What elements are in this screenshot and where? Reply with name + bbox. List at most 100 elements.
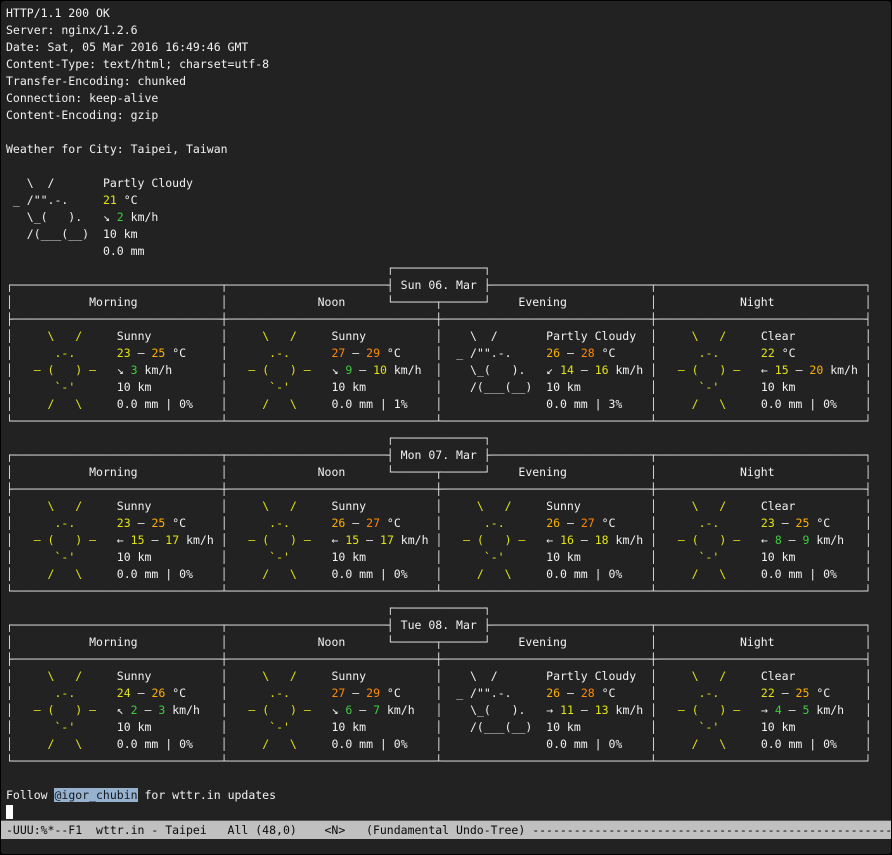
text-segment: – bbox=[345, 516, 366, 530]
forecast-table-line: │ ― ( ) ― ← 15 – 17 km/h │ ― ( ) ― ← 15 … bbox=[6, 532, 891, 549]
text-segment: │ bbox=[221, 380, 228, 394]
text-segment bbox=[193, 397, 221, 411]
text-segment: │ bbox=[221, 329, 228, 343]
text-segment: 27 bbox=[366, 516, 380, 530]
text-segment: │ bbox=[221, 363, 228, 377]
text-segment: 27 bbox=[332, 686, 346, 700]
text-segment: Sunny bbox=[331, 499, 366, 513]
text-segment: │ bbox=[865, 635, 872, 649]
text-segment: 0.0 mm bbox=[103, 244, 145, 258]
text-segment: km/h bbox=[387, 363, 422, 377]
forecast-table-line: │ / \ 0.0 mm | 0% │ / \ 0.0 mm | 0% │ / … bbox=[6, 566, 891, 583]
text-segment: 10 km bbox=[117, 380, 152, 394]
text-segment: 27 bbox=[581, 516, 595, 530]
twitter-handle-link[interactable]: @igor_chubin bbox=[54, 788, 137, 802]
text-segment: │ bbox=[221, 737, 228, 751]
text-segment: °C bbox=[117, 193, 138, 207]
text-segment: °C bbox=[380, 516, 401, 530]
text-segment: │ bbox=[6, 380, 13, 394]
text-segment: │ bbox=[865, 686, 872, 700]
text-segment bbox=[408, 397, 436, 411]
text-segment: 0.0 mm | 0% bbox=[331, 567, 407, 581]
forecast-table-line: ├──────────────────────────────┼────────… bbox=[6, 651, 891, 668]
text-segment: Clear bbox=[761, 669, 796, 683]
forecast-table-line: ┌─────────────┐ bbox=[6, 430, 891, 447]
text-segment: │ bbox=[221, 703, 228, 717]
modeline-text: -UUU:%*--F1 wttr.in - Taipei All (48,0) … bbox=[6, 823, 891, 837]
text-segment bbox=[795, 669, 864, 683]
text-segment: – bbox=[775, 686, 796, 700]
text-segment: – bbox=[782, 703, 803, 717]
text-segment: 0.0 mm | 1% bbox=[331, 397, 407, 411]
text-segment: / \ bbox=[13, 567, 117, 581]
text-segment: ← bbox=[117, 533, 131, 547]
text-segment: 26 bbox=[332, 516, 346, 530]
text-segment bbox=[636, 329, 650, 343]
text-segment: └──────────────────────────────┴────────… bbox=[6, 414, 871, 428]
text-segment bbox=[622, 737, 650, 751]
text-segment bbox=[214, 533, 221, 547]
text-segment: 15 bbox=[345, 533, 359, 547]
text-segment: ┌─────────────┐ bbox=[387, 261, 491, 275]
text-segment: .-. bbox=[657, 686, 761, 700]
text-segment: .-. bbox=[657, 346, 761, 360]
text-segment: Night bbox=[657, 465, 865, 479]
text-segment: 10 km bbox=[117, 550, 152, 564]
text-segment: Morning bbox=[13, 635, 221, 649]
text-segment: \ / bbox=[13, 669, 117, 683]
text-segment: │ bbox=[221, 397, 228, 411]
text-segment: │ bbox=[865, 465, 872, 479]
text-segment: – bbox=[345, 346, 366, 360]
text-segment: – bbox=[789, 363, 810, 377]
text-segment: ← bbox=[546, 533, 560, 547]
forecast-table-line: └──────────────────────────────┴────────… bbox=[6, 413, 891, 430]
text-segment: ↘ bbox=[117, 363, 131, 377]
text-segment: 0.0 mm | 3% bbox=[546, 397, 622, 411]
http-header-line: Content-Type: text/html; charset=utf-8 bbox=[6, 56, 891, 73]
text-segment: Date: Sat, 05 Mar 2016 16:49:46 GMT bbox=[6, 40, 248, 54]
text-segment: │ bbox=[6, 703, 13, 717]
text-segment: .-. bbox=[228, 516, 332, 530]
text-segment: HTTP/1.1 200 OK bbox=[6, 6, 110, 20]
text-segment: 26 bbox=[151, 686, 165, 700]
terminal-buffer[interactable]: HTTP/1.1 200 OKServer: nginx/1.2.6Date: … bbox=[1, 1, 891, 820]
text-segment: 28 bbox=[581, 346, 595, 360]
text-segment: ┌──────────────────────────────┬────────… bbox=[6, 448, 394, 462]
text-segment: \_( ). bbox=[6, 210, 103, 224]
text-segment: 25 bbox=[796, 686, 810, 700]
text-segment bbox=[151, 499, 220, 513]
text-segment: Transfer-Encoding: chunked bbox=[6, 74, 186, 88]
text-segment bbox=[795, 550, 864, 564]
text-segment: 17 bbox=[380, 533, 394, 547]
text-segment: – bbox=[131, 686, 152, 700]
forecast-table-line: ├──────────────────────────────┼────────… bbox=[6, 311, 891, 328]
text-segment bbox=[401, 516, 436, 530]
text-segment: │ bbox=[865, 329, 872, 343]
text-segment: ┌─────────────┐ bbox=[387, 431, 491, 445]
text-segment: `-' bbox=[228, 380, 332, 394]
text-segment: │ bbox=[865, 720, 872, 734]
text-segment: │ bbox=[221, 720, 228, 734]
text-segment: │ bbox=[650, 720, 657, 734]
forecast-table-line: ├──────────────────────────────┼────────… bbox=[6, 481, 891, 498]
text-segment: 16 bbox=[595, 363, 609, 377]
text-segment bbox=[6, 601, 387, 615]
text-segment: │ bbox=[865, 346, 872, 360]
text-segment: │ bbox=[865, 550, 872, 564]
text-segment: – bbox=[560, 686, 581, 700]
text-segment: 10 km bbox=[331, 720, 366, 734]
text-segment: │ bbox=[6, 397, 13, 411]
text-segment: ― ( ) ― bbox=[228, 533, 332, 547]
text-segment: °C bbox=[380, 346, 401, 360]
text-segment: .-. bbox=[228, 346, 332, 360]
text-segment: Night bbox=[657, 635, 865, 649]
text-segment: Weather for City: Taipei, Taiwan bbox=[6, 142, 228, 156]
text-segment: / \ bbox=[657, 737, 761, 751]
text-segment bbox=[795, 720, 864, 734]
current-conditions-line: \ / Partly Cloudy bbox=[6, 175, 891, 192]
text-segment: \ / bbox=[657, 329, 761, 343]
forecast-table-line: │ .-. 23 – 25 °C │ .-. 26 – 27 °C │ .-. … bbox=[6, 515, 891, 532]
text-segment: │ bbox=[6, 737, 13, 751]
text-segment bbox=[408, 567, 436, 581]
forecast-table-line: │ ― ( ) ― ↖ 2 – 3 km/h │ ― ( ) ― ↘ 6 – 7… bbox=[6, 702, 891, 719]
